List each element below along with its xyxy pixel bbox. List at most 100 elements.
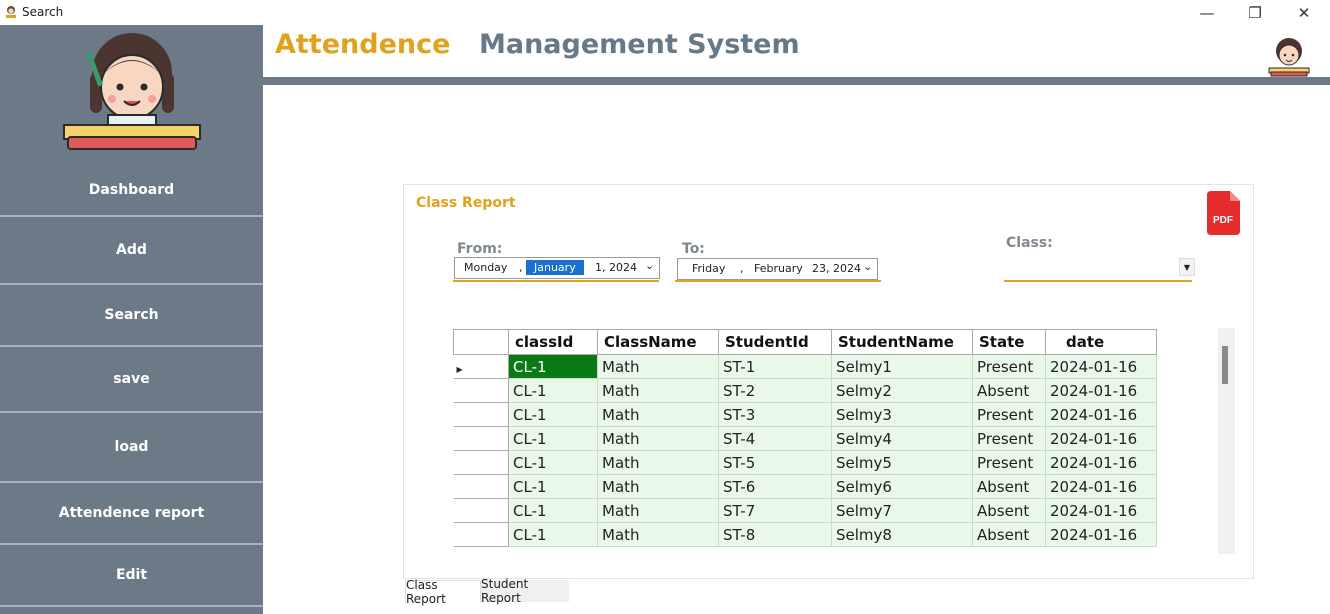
- nav-attendence-report[interactable]: Attendence report: [0, 483, 263, 545]
- chevron-down-icon: ⌄: [863, 260, 873, 273]
- table-cell[interactable]: 2024-01-16: [1045, 474, 1157, 499]
- row-header[interactable]: [453, 378, 509, 403]
- table-cell[interactable]: Present: [972, 402, 1046, 427]
- to-date-picker[interactable]: Friday , February 23, 2024 ⌄: [677, 258, 878, 280]
- table-cell[interactable]: Present: [972, 354, 1046, 379]
- nav-load[interactable]: load: [0, 413, 263, 483]
- nav-dashboard[interactable]: Dashboard: [0, 165, 263, 217]
- table-row[interactable]: CL-1 Math ST-8 Selmy8 Absent 2024-01-16: [453, 522, 1157, 547]
- row-header[interactable]: [453, 426, 509, 451]
- table-cell[interactable]: Selmy2: [831, 378, 973, 403]
- scrollbar-thumb[interactable]: [1222, 346, 1228, 384]
- column-header[interactable]: classId: [508, 329, 598, 355]
- to-weekday: Friday: [692, 262, 726, 275]
- from-date-picker[interactable]: Monday , January 1, 2024 ⌄: [454, 257, 660, 279]
- column-header[interactable]: ClassName: [597, 329, 719, 355]
- table-cell[interactable]: Selmy7: [831, 498, 973, 523]
- table-cell[interactable]: ST-5: [718, 450, 832, 475]
- attendance-table: classId ClassName StudentId StudentName …: [453, 329, 1157, 547]
- table-cell[interactable]: 2024-01-16: [1045, 522, 1157, 547]
- table-cell[interactable]: CL-1: [508, 474, 598, 499]
- close-button[interactable]: ✕: [1281, 0, 1327, 25]
- table-row[interactable]: ▶ CL-1 Math ST-1 Selmy1 Present 2024-01-16: [453, 354, 1157, 379]
- table-cell[interactable]: Math: [597, 498, 719, 523]
- row-header[interactable]: [453, 498, 509, 523]
- tab-class-report[interactable]: Class Report: [405, 578, 481, 606]
- table-cell[interactable]: ST-7: [718, 498, 832, 523]
- table-cell[interactable]: CL-1: [508, 450, 598, 475]
- student-avatar-icon: [63, 33, 201, 150]
- class-combobox[interactable]: [1004, 257, 1190, 279]
- table-cell[interactable]: Absent: [972, 522, 1046, 547]
- column-header[interactable]: date: [1045, 329, 1157, 355]
- table-cell[interactable]: Math: [597, 474, 719, 499]
- table-cell[interactable]: Math: [597, 402, 719, 427]
- table-cell[interactable]: 2024-01-16: [1045, 378, 1157, 403]
- table-cell[interactable]: CL-1: [508, 498, 598, 523]
- table-row[interactable]: CL-1 Math ST-2 Selmy2 Absent 2024-01-16: [453, 378, 1157, 403]
- table-row[interactable]: CL-1 Math ST-5 Selmy5 Present 2024-01-16: [453, 450, 1157, 475]
- table-cell[interactable]: CL-1: [508, 378, 598, 403]
- table-cell[interactable]: CL-1: [508, 522, 598, 547]
- table-cell[interactable]: 2024-01-16: [1045, 426, 1157, 451]
- row-header[interactable]: [453, 402, 509, 427]
- table-row[interactable]: CL-1 Math ST-7 Selmy7 Absent 2024-01-16: [453, 498, 1157, 523]
- table-row[interactable]: CL-1 Math ST-4 Selmy4 Present 2024-01-16: [453, 426, 1157, 451]
- table-cell[interactable]: ST-3: [718, 402, 832, 427]
- table-scrollbar[interactable]: [1218, 328, 1235, 554]
- table-cell[interactable]: Math: [597, 426, 719, 451]
- table-cell[interactable]: Math: [597, 354, 719, 379]
- row-header[interactable]: [453, 450, 509, 475]
- table-cell[interactable]: Math: [597, 378, 719, 403]
- table-cell[interactable]: 2024-01-16: [1045, 450, 1157, 475]
- table-cell[interactable]: Selmy4: [831, 426, 973, 451]
- table-row[interactable]: CL-1 Math ST-3 Selmy3 Present 2024-01-16: [453, 402, 1157, 427]
- user-avatar-icon: [1268, 38, 1310, 77]
- row-header[interactable]: [453, 522, 509, 547]
- table-cell[interactable]: Selmy8: [831, 522, 973, 547]
- chevron-down-icon: ⌄: [645, 259, 655, 272]
- table-cell[interactable]: Absent: [972, 498, 1046, 523]
- table-cell[interactable]: Math: [597, 450, 719, 475]
- restore-button[interactable]: ❐: [1232, 0, 1278, 25]
- table-cell[interactable]: CL-1: [508, 402, 598, 427]
- pdf-export-icon[interactable]: PDF: [1206, 191, 1240, 235]
- table-cell[interactable]: Present: [972, 426, 1046, 451]
- table-cell[interactable]: ST-4: [718, 426, 832, 451]
- table-cell[interactable]: 2024-01-16: [1045, 498, 1157, 523]
- nav-edit[interactable]: Edit: [0, 545, 263, 607]
- table-cell[interactable]: Absent: [972, 378, 1046, 403]
- table-cell[interactable]: Selmy1: [831, 354, 973, 379]
- table-cell[interactable]: Selmy3: [831, 402, 973, 427]
- table-cell[interactable]: 2024-01-16: [1045, 354, 1157, 379]
- dropdown-arrow-icon[interactable]: ▼: [1179, 258, 1195, 276]
- window-title: Search: [22, 5, 64, 19]
- table-cell[interactable]: ST-6: [718, 474, 832, 499]
- table-cell[interactable]: ST-8: [718, 522, 832, 547]
- table-cell[interactable]: CL-1: [508, 426, 598, 451]
- table-row[interactable]: CL-1 Math ST-6 Selmy6 Absent 2024-01-16: [453, 474, 1157, 499]
- nav-save[interactable]: save: [0, 347, 263, 413]
- from-day-year: 1, 2024: [595, 261, 637, 274]
- table-cell[interactable]: Absent: [972, 474, 1046, 499]
- nav-add[interactable]: Add: [0, 217, 263, 285]
- table-cell[interactable]: Math: [597, 522, 719, 547]
- row-header[interactable]: ▶: [453, 354, 509, 379]
- tab-student-report[interactable]: Student Report: [481, 577, 569, 605]
- column-header[interactable]: StudentId: [718, 329, 832, 355]
- nav-search[interactable]: Search: [0, 285, 263, 347]
- column-header[interactable]: State: [972, 329, 1046, 355]
- row-header[interactable]: [453, 474, 509, 499]
- table-cell[interactable]: CL-1: [508, 354, 598, 379]
- table-cell[interactable]: 2024-01-16: [1045, 402, 1157, 427]
- app-header: Attendence Management System: [263, 25, 1330, 77]
- minimize-button[interactable]: —: [1184, 0, 1230, 25]
- from-underline: [453, 280, 659, 282]
- table-cell[interactable]: ST-2: [718, 378, 832, 403]
- table-cell[interactable]: Selmy5: [831, 450, 973, 475]
- table-cell[interactable]: ST-1: [718, 354, 832, 379]
- table-cell[interactable]: Present: [972, 450, 1046, 475]
- column-header[interactable]: StudentName: [831, 329, 973, 355]
- table-cell[interactable]: Selmy6: [831, 474, 973, 499]
- pdf-label: PDF: [1213, 215, 1233, 226]
